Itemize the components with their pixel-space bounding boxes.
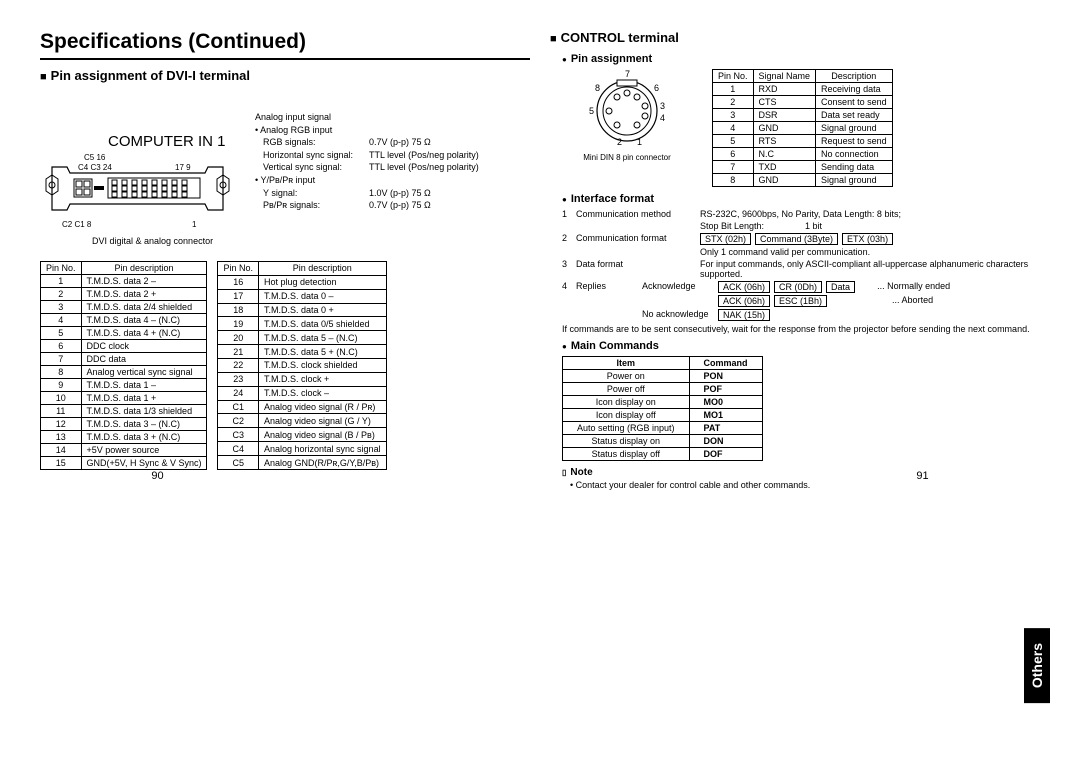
pin-label: 1 xyxy=(192,220,196,229)
mini-din-icon: 2 1 4 5 3 8 6 7 xyxy=(582,69,672,149)
pin-label: C2 C1 8 xyxy=(62,220,91,229)
svg-text:7: 7 xyxy=(625,69,630,79)
page-number-left: 90 xyxy=(30,470,285,482)
svg-text:2: 2 xyxy=(617,137,622,147)
pin-table-2: Pin No.Pin description16Hot plug detecti… xyxy=(217,261,386,470)
dvi-connector-icon xyxy=(40,161,235,216)
svg-text:5: 5 xyxy=(589,106,594,116)
control-section-title: CONTROL terminal xyxy=(550,30,1040,45)
main-title: Specifications (Continued) xyxy=(40,30,530,60)
svg-text:4: 4 xyxy=(660,113,665,123)
svg-text:1: 1 xyxy=(637,137,642,147)
dvi-caption: DVI digital & analog connector xyxy=(92,236,213,246)
page-number-right: 91 xyxy=(795,470,1050,482)
main-commands-subtitle: Main Commands xyxy=(562,340,1040,352)
side-tab-others: Others xyxy=(1024,628,1050,703)
svg-text:8: 8 xyxy=(595,83,600,93)
commands-table: ItemCommandPower onPONPower offPOFIcon d… xyxy=(562,356,763,461)
interface-format-subtitle: Interface format xyxy=(562,193,1040,205)
control-pin-table: Pin No.Signal NameDescription1RXDReceivi… xyxy=(712,69,893,187)
svg-text:6: 6 xyxy=(654,83,659,93)
pin-table-1: Pin No.Pin description1T.M.D.S. data 2 –… xyxy=(40,261,207,470)
din-caption: Mini DIN 8 pin connector xyxy=(562,153,692,162)
pin-assignment-subtitle: Pin assignment xyxy=(562,53,1040,65)
interface-format-block: 1Communication methodRS-232C, 9600bps, N… xyxy=(550,209,1040,334)
signal-info: Analog input signal • Analog RGB input R… xyxy=(255,111,479,212)
svg-text:3: 3 xyxy=(660,101,665,111)
dvi-section-title: Pin assignment of DVI-I terminal xyxy=(40,68,530,83)
computer-in-label: COMPUTER IN 1 xyxy=(108,133,226,150)
